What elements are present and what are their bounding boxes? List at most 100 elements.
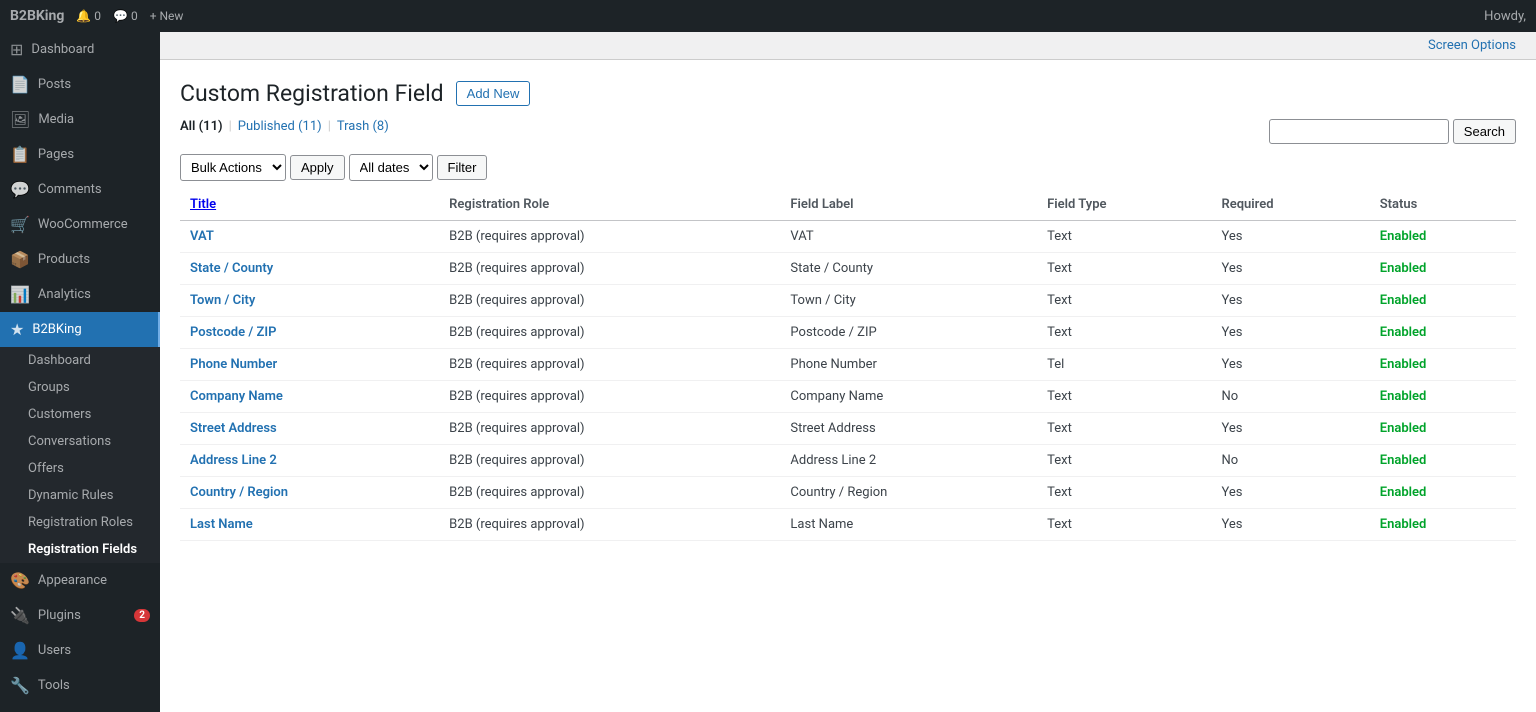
sidebar-item-media[interactable]: 🖼 Media [0, 102, 160, 137]
cell-title: VAT [180, 221, 439, 253]
submenu-item-dashboard[interactable]: Dashboard [0, 347, 160, 374]
sidebar-item-posts[interactable]: 📄 Posts [0, 67, 160, 102]
admin-bar-logo[interactable]: B2BKing [10, 8, 64, 24]
cell-required: Yes [1211, 317, 1369, 349]
sidebar-item-label: B2BKing [32, 322, 81, 337]
submenu-item-registration-fields[interactable]: Registration Fields [0, 536, 160, 563]
filter-button[interactable]: Filter [437, 155, 488, 180]
cell-required: No [1211, 445, 1369, 477]
row-title-link[interactable]: State / County [190, 261, 273, 276]
cell-required: Yes [1211, 253, 1369, 285]
submenu-item-registration-roles[interactable]: Registration Roles [0, 509, 160, 536]
cell-status: Enabled [1370, 285, 1516, 317]
sidebar-item-label: Users [38, 643, 71, 658]
bulk-action-select[interactable]: Bulk Actions [180, 154, 286, 181]
table-header-title[interactable]: Title [180, 189, 439, 221]
submenu-item-conversations[interactable]: Conversations [0, 428, 160, 455]
cell-title: Phone Number [180, 349, 439, 381]
sidebar-item-woocommerce[interactable]: 🛒 WooCommerce [0, 207, 160, 242]
sidebar-item-label: Tools [38, 678, 70, 693]
table-row: Phone NumberB2B (requires approval)Phone… [180, 349, 1516, 381]
sidebar-item-dashboard[interactable]: ⊞ Dashboard [0, 32, 160, 67]
row-title-link[interactable]: Company Name [190, 389, 283, 404]
sidebar-item-b2bking[interactable]: ★ B2BKing [0, 312, 160, 347]
screen-options-button[interactable]: Screen Options [1428, 38, 1516, 53]
apply-button[interactable]: Apply [290, 155, 345, 180]
row-title-link[interactable]: Postcode / ZIP [190, 325, 276, 340]
cell-status: Enabled [1370, 317, 1516, 349]
tools-icon: 🔧 [10, 676, 30, 695]
table-row: VATB2B (requires approval)VATTextYesEnab… [180, 221, 1516, 253]
filter-link-published[interactable]: Published (11) [238, 119, 322, 134]
cell-role: B2B (requires approval) [439, 349, 780, 381]
cell-role: B2B (requires approval) [439, 509, 780, 541]
sidebar-item-pages[interactable]: 📋 Pages [0, 137, 160, 172]
cell-required: Yes [1211, 285, 1369, 317]
submenu-item-customers[interactable]: Customers [0, 401, 160, 428]
cell-role: B2B (requires approval) [439, 221, 780, 253]
page-header: Custom Registration Field Add New [180, 80, 1516, 107]
admin-bar-new[interactable]: + New [150, 9, 184, 23]
sidebar-item-products[interactable]: 📦 Products [0, 242, 160, 277]
table-header-field_type: Field Type [1037, 189, 1211, 221]
status-badge: Enabled [1380, 421, 1427, 436]
cell-field-type: Tel [1037, 349, 1211, 381]
table-row: Postcode / ZIPB2B (requires approval)Pos… [180, 317, 1516, 349]
row-title-link[interactable]: Last Name [190, 517, 253, 532]
cell-status: Enabled [1370, 381, 1516, 413]
row-title-link[interactable]: Phone Number [190, 357, 277, 372]
status-badge: Enabled [1380, 389, 1427, 404]
row-title-link[interactable]: VAT [190, 229, 214, 244]
sidebar-item-tools[interactable]: 🔧 Tools [0, 668, 160, 703]
cell-role: B2B (requires approval) [439, 253, 780, 285]
row-title-link[interactable]: Country / Region [190, 485, 288, 500]
status-badge: Enabled [1380, 325, 1427, 340]
sidebar-item-analytics[interactable]: 📊 Analytics [0, 277, 160, 312]
products-icon: 📦 [10, 250, 30, 269]
admin-bar-howdy: Howdy, [1484, 9, 1526, 24]
add-new-button[interactable]: Add New [456, 81, 531, 106]
status-badge: Enabled [1380, 357, 1427, 372]
cell-title: Last Name [180, 509, 439, 541]
sidebar-item-comments[interactable]: 💬 Comments [0, 172, 160, 207]
sidebar-item-label: Comments [38, 182, 102, 197]
row-title-link[interactable]: Town / City [190, 293, 255, 308]
sort-title[interactable]: Title [190, 197, 216, 212]
submenu-item-groups[interactable]: Groups [0, 374, 160, 401]
filter-link-trash[interactable]: Trash (8) [337, 119, 389, 134]
status-badge: Enabled [1380, 485, 1427, 500]
main-content: Screen Options Custom Registration Field… [160, 32, 1536, 712]
cell-title: Town / City [180, 285, 439, 317]
search-button[interactable]: Search [1453, 119, 1516, 144]
cell-required: Yes [1211, 477, 1369, 509]
dates-select[interactable]: All dates [349, 154, 433, 181]
analytics-icon: 📊 [10, 285, 30, 304]
row-title-link[interactable]: Street Address [190, 421, 277, 436]
sidebar-item-appearance[interactable]: 🎨 Appearance [0, 563, 160, 598]
status-badge: Enabled [1380, 229, 1427, 244]
appearance-icon: 🎨 [10, 571, 30, 590]
sidebar-item-users[interactable]: 👤 Users [0, 633, 160, 668]
table-header-row: TitleRegistration RoleField LabelField T… [180, 189, 1516, 221]
status-badge: Enabled [1380, 453, 1427, 468]
sidebar-item-label: Pages [38, 147, 74, 162]
filter-links: All (11) | Published (11) | Trash (8) [180, 119, 389, 134]
sidebar-item-label: Products [38, 252, 90, 267]
submenu-item-dynamic-rules[interactable]: Dynamic Rules [0, 482, 160, 509]
submenu-item-offers[interactable]: Offers [0, 455, 160, 482]
cell-status: Enabled [1370, 413, 1516, 445]
search-input[interactable] [1269, 119, 1449, 144]
table-row: Street AddressB2B (requires approval)Str… [180, 413, 1516, 445]
b2bking-icon: ★ [10, 320, 24, 339]
admin-bar-counter1[interactable]: 🔔 0 [76, 9, 101, 23]
admin-bar-counter2[interactable]: 💬 0 [113, 9, 138, 23]
b2bking-submenu: DashboardGroupsCustomersConversationsOff… [0, 347, 160, 563]
cell-status: Enabled [1370, 445, 1516, 477]
cell-title: Country / Region [180, 477, 439, 509]
cell-required: Yes [1211, 349, 1369, 381]
row-title-link[interactable]: Address Line 2 [190, 453, 277, 468]
cell-role: B2B (requires approval) [439, 381, 780, 413]
cell-status: Enabled [1370, 253, 1516, 285]
cell-role: B2B (requires approval) [439, 445, 780, 477]
sidebar-item-plugins[interactable]: 🔌 Plugins 2 [0, 598, 160, 633]
